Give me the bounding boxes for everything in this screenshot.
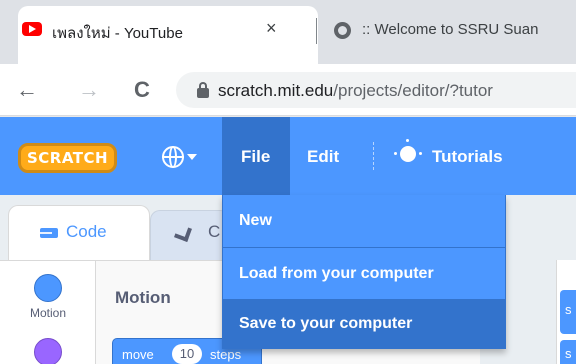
url-path: /projects/editor/?tutor xyxy=(333,81,493,100)
palette-heading: Motion xyxy=(115,288,171,307)
code-icon xyxy=(40,228,58,238)
menu-tutorials[interactable]: Tutorials xyxy=(432,147,503,167)
category-looks-dot[interactable] xyxy=(34,338,62,364)
language-globe-icon[interactable] xyxy=(162,146,184,168)
url-text: scratch.mit.edu/projects/editor/?tutor xyxy=(218,81,493,101)
back-arrow-icon[interactable]: ← xyxy=(16,78,38,102)
chevron-down-icon[interactable] xyxy=(187,154,197,160)
globe-favicon-icon xyxy=(334,22,351,39)
tab-divider xyxy=(316,18,317,44)
browser-tab-ssru[interactable]: :: Welcome to SSRU Suan xyxy=(362,21,538,38)
script-block-edge[interactable]: s xyxy=(560,290,576,334)
script-block-letter: s xyxy=(565,302,572,317)
category-motion-label[interactable]: Motion xyxy=(0,306,96,320)
menu-divider xyxy=(373,142,374,170)
block-word: move xyxy=(122,347,154,362)
script-block-edge[interactable]: s xyxy=(560,340,576,364)
youtube-icon xyxy=(22,22,42,36)
lightbulb-ray xyxy=(419,152,422,155)
menu-item-load[interactable]: Load from your computer xyxy=(223,248,505,299)
menu-file[interactable]: File xyxy=(241,147,270,167)
lightbulb-ray xyxy=(394,152,397,155)
file-dropdown-menu: New Load from your computer Save to your… xyxy=(222,195,506,349)
menu-item-new-label: New xyxy=(239,212,272,229)
forward-arrow-icon[interactable]: → xyxy=(78,78,100,102)
menu-item-save-label: Save to your computer xyxy=(239,315,413,332)
browser-tab-title: เพลงใหม่ - YouTube xyxy=(52,25,183,42)
block-unit: steps xyxy=(210,347,242,362)
url-host: scratch.mit.edu xyxy=(218,81,334,100)
tab-code-label: Code xyxy=(66,222,107,241)
reload-icon[interactable]: C xyxy=(134,78,150,102)
close-tab-icon[interactable]: × xyxy=(266,18,277,39)
script-block-letter: s xyxy=(565,346,572,361)
block-steps-input[interactable]: 10 xyxy=(172,344,202,364)
tab-costumes-label: C xyxy=(208,222,221,241)
lock-icon[interactable] xyxy=(197,82,209,98)
menu-edit[interactable]: Edit xyxy=(307,147,339,167)
lightbulb-icon xyxy=(400,146,416,162)
category-motion-dot[interactable] xyxy=(34,274,62,302)
menu-item-load-label: Load from your computer xyxy=(239,265,434,282)
lightbulb-ray xyxy=(406,139,409,142)
menu-item-save[interactable]: Save to your computer xyxy=(223,300,505,349)
scratch-logo[interactable]: SCRATCH xyxy=(18,143,118,173)
menu-item-new[interactable]: New xyxy=(223,195,505,247)
